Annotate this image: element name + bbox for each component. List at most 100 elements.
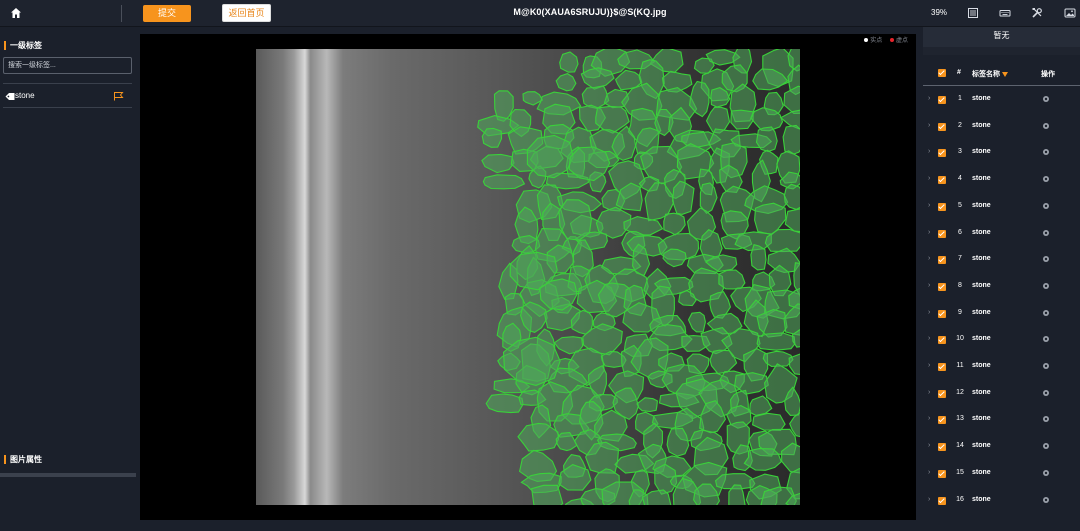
- stone-annotation-polygon[interactable]: [743, 448, 782, 471]
- annotation-row[interactable]: › 8 stone: [920, 275, 1080, 301]
- chevron-right-icon[interactable]: ›: [928, 442, 930, 449]
- annotation-row[interactable]: › 7 stone: [920, 248, 1080, 274]
- stone-annotation-polygon[interactable]: [730, 109, 754, 130]
- row-checkbox[interactable]: [938, 469, 946, 478]
- chevron-right-icon[interactable]: ›: [928, 255, 930, 262]
- zoom-level[interactable]: 39%: [931, 8, 947, 17]
- row-checkbox[interactable]: [938, 389, 946, 398]
- chevron-right-icon[interactable]: ›: [928, 148, 930, 155]
- row-checkbox[interactable]: [938, 256, 946, 265]
- row-label-name: stone: [972, 175, 991, 183]
- stone-annotation-polygon[interactable]: [755, 126, 778, 153]
- chevron-right-icon[interactable]: ›: [928, 496, 930, 503]
- annotation-row[interactable]: › 6 stone: [920, 222, 1080, 248]
- stone-annotation-polygon[interactable]: [481, 127, 503, 148]
- stone-annotation-polygon[interactable]: [782, 124, 800, 155]
- list-icon[interactable]: [967, 7, 979, 19]
- row-checkbox[interactable]: [938, 96, 946, 104]
- row-checkbox[interactable]: [938, 496, 946, 505]
- annotated-image[interactable]: [256, 49, 800, 505]
- annotation-row[interactable]: › 14 stone: [920, 435, 1080, 461]
- annotation-row[interactable]: › 16 stone: [920, 489, 1080, 515]
- image-icon[interactable]: [1064, 7, 1076, 19]
- chevron-right-icon[interactable]: ›: [928, 282, 930, 289]
- home-icon[interactable]: [10, 7, 22, 19]
- annotation-row[interactable]: › 12 stone: [920, 382, 1080, 408]
- stone-annotation-polygon[interactable]: [756, 332, 796, 351]
- stone-annotation-polygon[interactable]: [531, 484, 564, 505]
- gear-icon[interactable]: [1042, 175, 1050, 183]
- row-checkbox[interactable]: [938, 363, 946, 371]
- row-checkbox[interactable]: [938, 122, 946, 131]
- image-properties-title: 图片属性: [4, 455, 42, 464]
- flag-icon[interactable]: [113, 91, 124, 101]
- stone-annotation-polygon[interactable]: [672, 180, 695, 215]
- gear-icon[interactable]: [1042, 335, 1050, 343]
- row-checkbox[interactable]: [938, 229, 946, 238]
- gear-icon[interactable]: [1042, 202, 1050, 210]
- header-label-name[interactable]: 标签名称: [972, 69, 1008, 79]
- stone-annotation-polygon[interactable]: [750, 244, 767, 271]
- chevron-right-icon[interactable]: ›: [928, 415, 930, 422]
- chevron-right-icon[interactable]: ›: [928, 309, 930, 316]
- chevron-right-icon[interactable]: ›: [928, 229, 930, 236]
- stone-annotation-polygon[interactable]: [558, 199, 592, 241]
- row-checkbox[interactable]: [938, 309, 946, 318]
- stone-annotation-polygon[interactable]: [485, 393, 524, 414]
- annotation-row[interactable]: › 1 stone: [920, 88, 1080, 114]
- chevron-right-icon[interactable]: ›: [928, 469, 930, 476]
- chevron-right-icon[interactable]: ›: [928, 175, 930, 182]
- gear-icon[interactable]: [1042, 282, 1050, 290]
- panel-resize-handle[interactable]: [0, 473, 136, 477]
- gear-icon[interactable]: [1042, 442, 1050, 450]
- gear-icon[interactable]: [1042, 95, 1050, 103]
- gear-icon[interactable]: [1042, 415, 1050, 423]
- left-panel: 一级标签 搜索一级标签... stone 图片属性: [0, 27, 136, 531]
- stone-annotation-polygon[interactable]: [482, 174, 526, 190]
- row-checkbox[interactable]: [938, 176, 946, 185]
- gear-icon[interactable]: [1042, 229, 1050, 237]
- label-item-stone[interactable]: stone: [4, 90, 132, 104]
- keyboard-icon[interactable]: [999, 7, 1011, 19]
- row-checkbox[interactable]: [938, 416, 946, 425]
- chevron-right-icon[interactable]: ›: [928, 362, 930, 369]
- annotation-row[interactable]: › 13 stone: [920, 408, 1080, 434]
- annotation-row[interactable]: › 9 stone: [920, 302, 1080, 328]
- tools-icon[interactable]: [1031, 7, 1043, 19]
- gear-icon[interactable]: [1042, 255, 1050, 263]
- gear-icon[interactable]: [1042, 496, 1050, 504]
- chevron-right-icon[interactable]: ›: [928, 335, 930, 342]
- sort-down-icon[interactable]: [1001, 71, 1008, 77]
- select-all-checkbox[interactable]: [938, 69, 946, 77]
- gear-icon[interactable]: [1042, 362, 1050, 370]
- gear-icon[interactable]: [1042, 309, 1050, 317]
- chevron-right-icon[interactable]: ›: [928, 95, 930, 102]
- row-checkbox[interactable]: [938, 282, 946, 291]
- chevron-right-icon[interactable]: ›: [928, 202, 930, 209]
- row-checkbox[interactable]: [938, 202, 946, 211]
- annotation-row[interactable]: › 10 stone: [920, 328, 1080, 354]
- stone-annotation-polygon[interactable]: [666, 427, 690, 457]
- row-checkbox[interactable]: [938, 443, 946, 452]
- gear-icon[interactable]: [1042, 469, 1050, 477]
- row-label-name: stone: [972, 388, 991, 396]
- chevron-right-icon[interactable]: ›: [928, 389, 930, 396]
- row-index: 2: [958, 121, 962, 129]
- annotation-row[interactable]: › 5 stone: [920, 195, 1080, 221]
- label-search-input[interactable]: 搜索一级标签...: [3, 57, 132, 74]
- row-checkbox[interactable]: [938, 336, 946, 345]
- gear-icon[interactable]: [1042, 389, 1050, 397]
- legend-solid-point: 实点: [870, 38, 883, 44]
- chevron-right-icon[interactable]: ›: [928, 122, 930, 129]
- gear-icon[interactable]: [1042, 148, 1050, 156]
- annotation-row[interactable]: › 11 stone: [920, 355, 1080, 381]
- annotation-canvas[interactable]: 实点 虚点: [140, 34, 916, 520]
- annotation-row[interactable]: › 2 stone: [920, 115, 1080, 141]
- row-checkbox[interactable]: [938, 149, 946, 158]
- gear-icon[interactable]: [1042, 122, 1050, 130]
- submit-button[interactable]: 提交: [143, 5, 191, 22]
- back-home-button[interactable]: 返回首页: [222, 4, 271, 22]
- annotation-row[interactable]: › 15 stone: [920, 462, 1080, 488]
- annotation-row[interactable]: › 3 stone: [920, 141, 1080, 167]
- annotation-row[interactable]: › 4 stone: [920, 168, 1080, 194]
